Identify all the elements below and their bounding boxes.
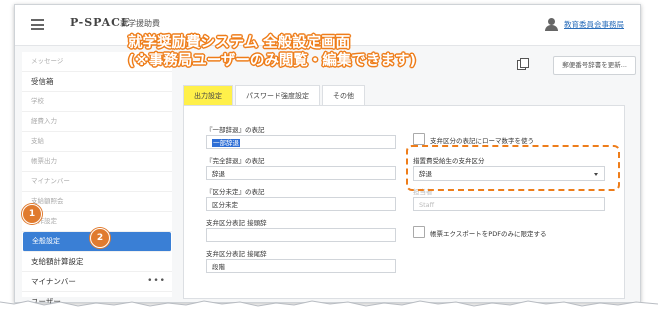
undetermined-input[interactable]: 区分未定: [206, 197, 396, 211]
undetermined-label: 『区分未定』の表記: [206, 188, 265, 196]
sidebar-item-inbox[interactable]: 受信箱: [22, 72, 172, 92]
partial-decline-value: 一部辞退: [212, 139, 240, 147]
category-suffix-label: 支弁区分表記 接尾辞: [206, 250, 267, 258]
sidebar-item-mynumber[interactable]: マイナンバー: [22, 172, 172, 192]
app-subtitle: 就学援助費: [120, 19, 160, 28]
category-prefix-label: 支弁区分表記 接頭辞: [206, 219, 267, 227]
tab-other[interactable]: その他: [322, 85, 365, 107]
sidebar-item-payment[interactable]: 支給: [22, 132, 172, 152]
menu-icon[interactable]: [31, 19, 44, 30]
sidebar-item-expense-entry[interactable]: 経費入力: [22, 112, 172, 132]
annotation-line-1: 就学奨励費システム 全般設定画面: [128, 35, 351, 51]
annotation-caption: 就学奨励費システム 全般設定画面 (※事務局ユーザーのみ閲覧・編集できます): [128, 34, 416, 70]
partial-decline-label: 『一部辞退』の表記: [206, 126, 265, 134]
settings-tabs: 出力設定 パスワード強度設定 その他: [183, 85, 367, 107]
highlight-box: [406, 145, 620, 191]
sidebar-item-calc-settings[interactable]: 支給額計算設定: [22, 252, 172, 272]
tab-password-strength[interactable]: パスワード強度設定: [235, 85, 320, 107]
full-decline-label: 『完全辞退』の表記: [206, 157, 265, 165]
staff-input[interactable]: Staff: [413, 197, 605, 211]
step-badge-2: 2: [90, 228, 110, 248]
settings-panel: 『一部辞退』の表記 一部辞退 『完全辞退』の表記 辞退 『区分未定』の表記 区分…: [183, 105, 625, 299]
full-decline-input[interactable]: 辞退: [206, 166, 396, 180]
sidebar-item-payment-inquiry[interactable]: 支給額照会: [22, 192, 172, 212]
annotation-line-2: (※事務局ユーザーのみ閲覧・編集できます): [128, 53, 417, 69]
user-icon: [545, 18, 558, 31]
more-icon[interactable]: •••: [147, 272, 166, 291]
sidebar-item-report-output[interactable]: 帳票出力: [22, 152, 172, 172]
sidebar-item-school[interactable]: 学校: [22, 92, 172, 112]
partial-decline-input[interactable]: 一部辞退: [206, 135, 396, 149]
category-prefix-input[interactable]: [206, 228, 396, 242]
roman-numeral-checkbox[interactable]: [413, 133, 425, 145]
torn-edge: [0, 300, 658, 315]
tab-output-settings[interactable]: 出力設定: [183, 85, 233, 107]
user-menu[interactable]: 教育委員会事務局: [545, 18, 624, 31]
copy-icon[interactable]: [517, 58, 529, 70]
pdf-only-checkbox[interactable]: [413, 226, 425, 238]
user-name-link[interactable]: 教育委員会事務局: [564, 19, 624, 30]
step-badge-1: 1: [22, 204, 42, 224]
update-postal-dictionary-button[interactable]: 郵便番号辞書を更新...: [553, 56, 636, 75]
sidebar: メッセージ 受信箱 学校 経費入力 支給 帳票出力 マイナンバー 支給額照会 動…: [22, 52, 172, 312]
pdf-only-label: 帳票エクスポートをPDFのみに限定する: [430, 230, 547, 238]
sidebar-item-label: マイナンバー: [31, 277, 76, 286]
sidebar-item-mynumber-settings[interactable]: マイナンバー •••: [22, 272, 172, 292]
roman-numeral-label: 支弁区分の表記にローマ数字を使う: [430, 137, 534, 145]
category-suffix-input[interactable]: 段階: [206, 259, 396, 273]
